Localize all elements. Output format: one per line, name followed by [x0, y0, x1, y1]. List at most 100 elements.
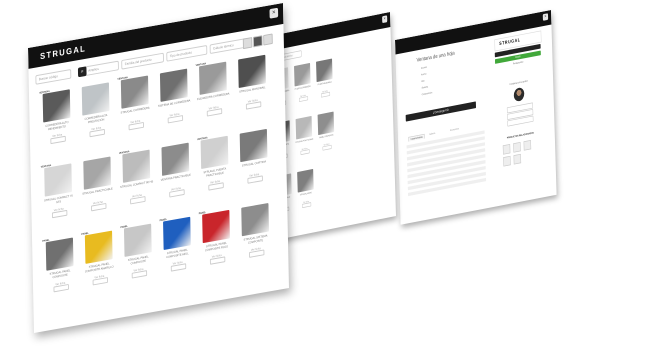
add-to-list-button[interactable]: [206, 108, 223, 117]
add-to-list-button[interactable]: [320, 91, 331, 98]
product-image[interactable]: [159, 68, 188, 102]
spec-line: Ancho: [421, 72, 427, 77]
product-image[interactable]: [317, 111, 335, 136]
product-image[interactable]: [83, 156, 112, 190]
add-to-list-button[interactable]: [131, 270, 148, 279]
product-image[interactable]: [297, 168, 314, 193]
sheet1-filter-4[interactable]: Cálculo térmico: [209, 38, 246, 55]
related-thumb[interactable]: [513, 142, 521, 153]
product-image[interactable]: [81, 82, 110, 116]
add-to-list-button[interactable]: [302, 202, 312, 209]
add-to-list-button[interactable]: [209, 256, 226, 265]
product-image[interactable]: [123, 223, 152, 257]
product-card[interactable]: STRUGAL SISTEMA COMPOSITE Ver ficha: [238, 200, 273, 261]
add-to-list-button[interactable]: [50, 135, 66, 145]
product-card[interactable]: VENTANA CORREDERA ALTO RENDIMIENTO Ver fic…: [39, 86, 74, 147]
product-card[interactable]: CORREDERA ALTA PRESTACIÓN Ver ficha: [78, 79, 113, 140]
product-image[interactable]: [241, 202, 270, 237]
add-to-list-button[interactable]: [245, 101, 262, 110]
product-image[interactable]: [294, 62, 311, 87]
close-button[interactable]: ×: [542, 13, 549, 21]
avatar: [513, 86, 525, 103]
add-to-list-button[interactable]: [170, 263, 187, 272]
product-card[interactable]: STRUGAL PRACTICABLE Ver ficha: [80, 153, 115, 214]
related-thumb[interactable]: [503, 155, 511, 167]
product-card[interactable]: STRUGAL MURO Ver ficha: [295, 167, 316, 210]
filter-placeholder: Buscar código: [38, 74, 58, 82]
add-to-list-button[interactable]: [249, 249, 265, 258]
product-image[interactable]: [120, 75, 149, 109]
related-products-title: PRODUCTOS RELACIONADOS: [506, 131, 534, 140]
add-to-list-button[interactable]: [247, 175, 263, 184]
product-card[interactable]: VENTANA STRUGAL CORREDERA Ver ficha: [117, 72, 152, 133]
add-to-list-button[interactable]: [51, 209, 68, 219]
add-to-list-button[interactable]: [91, 202, 107, 212]
close-button[interactable]: ×: [269, 7, 279, 19]
add-to-list-button[interactable]: [167, 115, 184, 124]
product-image[interactable]: [42, 89, 71, 123]
spec-line: Acceso: [420, 65, 427, 70]
product-image[interactable]: [44, 163, 72, 197]
product-image[interactable]: [122, 149, 151, 183]
grid-view-button[interactable]: [242, 37, 253, 50]
close-button[interactable]: ×: [382, 15, 388, 24]
related-thumb[interactable]: [513, 153, 522, 165]
product-image[interactable]: [316, 58, 333, 83]
tab-0[interactable]: Características: [408, 133, 425, 142]
search-button[interactable]: ⌕: [77, 66, 87, 78]
product-card[interactable]: SISTEMA DE CORREDERA Ver ficha: [156, 65, 191, 126]
sheet1-filter-3[interactable]: Tipo de producto: [166, 45, 208, 62]
brand-logo: STRUGAL: [40, 43, 87, 62]
add-to-list-button[interactable]: [298, 96, 309, 102]
add-to-list-button[interactable]: [92, 277, 109, 286]
product-image[interactable]: [200, 135, 229, 170]
product-card[interactable]: PUERTA ELEVABLE Ver ficha: [314, 56, 335, 99]
add-to-list-button[interactable]: [53, 283, 69, 293]
product-card[interactable]: PANEL STRUGAL PANEL COMPOSITE AMARILLO Ver…: [81, 227, 116, 288]
product-card[interactable]: PANEL COMPOSITE Ver ficha: [316, 109, 337, 152]
product-image[interactable]: [45, 237, 74, 271]
product-card[interactable]: VENTANA ELEVADORA CORREDERA Ver ficha: [196, 58, 231, 119]
product-card[interactable]: PANEL STRUGAL PANEL COMPOSITE Ver ficha: [120, 220, 155, 281]
add-to-list-button[interactable]: [130, 196, 146, 205]
product-image[interactable]: [163, 216, 191, 251]
page-title: Ventana de una hoja: [416, 49, 455, 64]
product-card[interactable]: STRUGAL PRACTICABLE Ver ficha: [294, 113, 315, 156]
sheet1-filter-0[interactable]: Buscar código: [35, 69, 72, 85]
product-card[interactable]: VENTANA PRACTICABLE Ver ficha: [158, 139, 193, 200]
download-label: Descarga CD: [434, 108, 449, 115]
product-card[interactable]: VENTANA STRUGAL COMPACT 70 STS Ver ficha: [41, 160, 76, 221]
product-image[interactable]: [199, 61, 227, 95]
add-to-list-button[interactable]: [89, 128, 105, 138]
add-to-list-button[interactable]: [300, 149, 310, 156]
product-card[interactable]: PANEL STRUGAL PANEL COMPOSITE ROJO Ver fic…: [199, 206, 234, 267]
product-image[interactable]: [238, 54, 266, 89]
sheet1-filter-2[interactable]: Familia del producto: [121, 52, 164, 70]
tab-1[interactable]: Galería: [429, 132, 435, 136]
contact-title: Contacta con tu gestor: [509, 79, 528, 86]
sheet1-filter-1[interactable]: Amplios: [84, 60, 119, 77]
product-card[interactable]: VENTANA STRUGAL PUERTA PRACTICABLE Ver fic…: [197, 132, 232, 193]
product-card[interactable]: STRUGAL CORTINA Ver ficha: [236, 125, 271, 186]
add-to-list-button[interactable]: [169, 189, 185, 198]
add-to-list-button[interactable]: [208, 182, 224, 191]
spec-line: Composición: [421, 91, 433, 96]
compact-view-button[interactable]: [263, 33, 273, 46]
list-view-button[interactable]: [253, 35, 263, 48]
add-to-list-button[interactable]: [322, 144, 332, 151]
product-image[interactable]: [84, 230, 113, 264]
related-thumb[interactable]: [523, 140, 532, 151]
product-image[interactable]: [161, 142, 190, 176]
product-image[interactable]: [239, 128, 268, 163]
product-card[interactable]: PANEL STRUGAL PANEL COMPOSITE Ver ficha: [42, 234, 77, 295]
product-image[interactable]: [295, 115, 313, 140]
related-thumb[interactable]: [502, 144, 511, 155]
add-to-list-button[interactable]: [128, 121, 144, 131]
download-button[interactable]: ⤓ Descarga CD: [405, 101, 477, 122]
tab-2[interactable]: Accesorios: [450, 127, 459, 131]
product-card[interactable]: VENTANA STRUGAL COMPACT 80 HS Ver ficha: [119, 146, 154, 207]
product-card[interactable]: PUERTA CORREDERA Ver ficha: [292, 60, 313, 103]
product-image[interactable]: [202, 209, 230, 244]
product-card[interactable]: STRUGAL MONORAIL Ver ficha: [235, 51, 270, 112]
product-card[interactable]: PANEL STRUGAL PANEL COMPOSITE AZUL Ver fic…: [160, 213, 195, 274]
